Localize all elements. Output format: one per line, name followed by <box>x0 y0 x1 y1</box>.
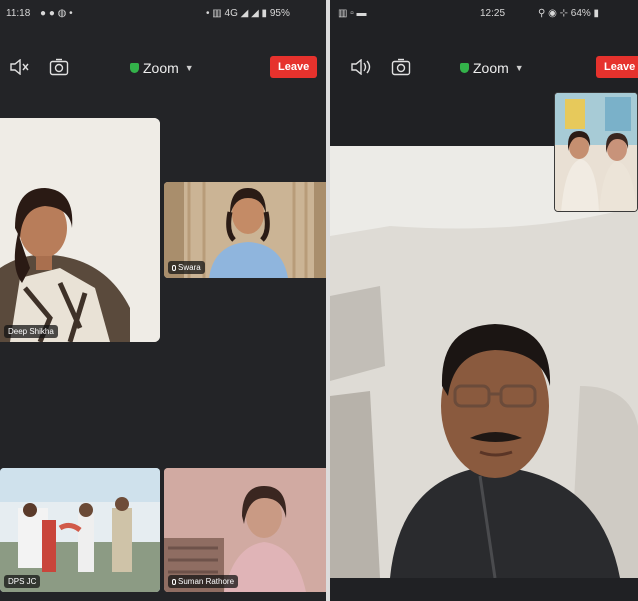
participant-video <box>164 468 326 592</box>
participant-video <box>555 93 637 211</box>
status-bar: ▥ ▫ ▬ 12:25 ⚲ ◉ ⊹ 64% ▮ <box>330 0 638 28</box>
status-time: 11:18 <box>6 8 31 19</box>
participant-name-label: Swara <box>168 261 205 274</box>
microphone-icon <box>172 264 176 271</box>
participant-video <box>0 118 160 342</box>
leave-button[interactable]: Leave <box>596 56 638 78</box>
notification-icons: ▥ ▫ ▬ <box>338 8 367 19</box>
video-tile[interactable]: Swara <box>164 182 326 278</box>
participant-name-label: DPS JC <box>4 575 41 588</box>
left-phone-screen: 11:18 ● ● ◍ • • ▥ 4G ◢ ◢ ▮ 95% Zoom ▼ Le… <box>0 0 326 601</box>
tile-label-text: Deep Shikha <box>8 327 54 336</box>
tile-label-text: Suman Rathore <box>178 577 235 586</box>
right-phone-screen: ▥ ▫ ▬ 12:25 ⚲ ◉ ⊹ 64% ▮ Zoom ▼ Leave <box>330 0 638 601</box>
leave-button[interactable]: Leave <box>270 56 318 78</box>
meeting-toolbar: Zoom ▼ Leave <box>330 54 638 84</box>
speaker-icon[interactable] <box>6 54 32 80</box>
status-system: • ▥ 4G ◢ ◢ ▮ 95% <box>206 8 290 19</box>
video-tile[interactable]: DPS JC <box>0 468 160 592</box>
app-name: Zoom <box>143 60 179 76</box>
status-system: ⚲ ◉ ⊹ 64% ▮ <box>538 8 600 19</box>
shield-icon <box>460 63 469 73</box>
meeting-toolbar: Zoom ▼ Leave <box>0 54 326 84</box>
app-name: Zoom <box>473 60 509 76</box>
chevron-down-icon: ▼ <box>184 63 194 73</box>
video-tile[interactable]: Deep Shikha <box>0 118 160 342</box>
camera-switch-icon[interactable] <box>388 54 414 80</box>
participant-name-label: Deep Shikha <box>4 325 58 338</box>
meeting-info-button[interactable]: Zoom ▼ <box>460 60 524 76</box>
status-time: 12:25 <box>480 8 506 19</box>
video-tile[interactable]: Suman Rathore <box>164 468 326 592</box>
participant-video <box>0 468 160 592</box>
meeting-info-button[interactable]: Zoom ▼ <box>130 60 194 76</box>
tile-label-text: Swara <box>178 263 201 272</box>
tile-label-text: DPS JC <box>8 577 37 586</box>
notification-icons: ● ● ◍ • <box>40 8 73 19</box>
status-bar: 11:18 ● ● ◍ • • ▥ 4G ◢ ◢ ▮ 95% <box>0 0 326 28</box>
microphone-icon <box>172 578 176 585</box>
self-view-tile[interactable] <box>554 92 638 212</box>
camera-switch-icon[interactable] <box>46 54 72 80</box>
speaker-icon[interactable] <box>348 54 374 80</box>
shield-icon <box>130 63 139 73</box>
chevron-down-icon: ▼ <box>514 63 524 73</box>
participant-name-label: Suman Rathore <box>168 575 239 588</box>
